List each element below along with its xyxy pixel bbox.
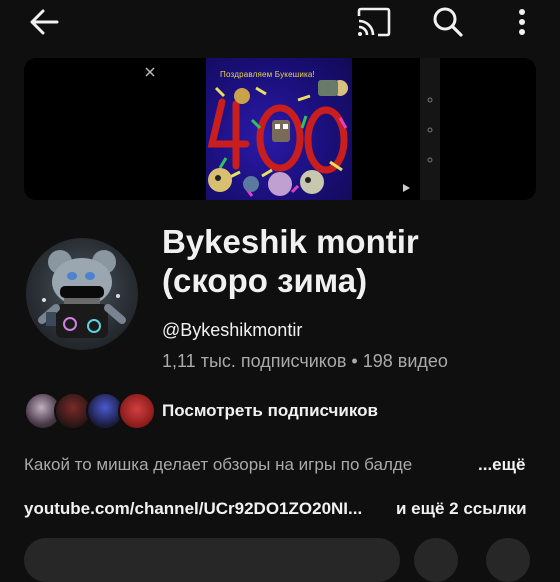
channel-stats: 1,11 тыс. подписчиков • 198 видео bbox=[162, 351, 448, 371]
subscribe-button[interactable] bbox=[24, 538, 400, 582]
more-options-button[interactable] bbox=[506, 4, 538, 40]
edit-button[interactable] bbox=[486, 538, 530, 582]
search-icon bbox=[433, 7, 463, 37]
close-icon bbox=[145, 67, 155, 77]
description-more-link[interactable]: ...ещё bbox=[478, 455, 525, 475]
banner-side-dots bbox=[427, 97, 433, 163]
channel-name: Bykeshik montir (скоро зима) bbox=[162, 222, 542, 300]
view-subscribers-row[interactable]: Посмотреть подписчиков bbox=[24, 392, 544, 432]
channel-name-line-2: (скоро зима) bbox=[162, 262, 368, 299]
channel-description[interactable]: Какой то мишка делает обзоры на игры по … bbox=[24, 455, 464, 475]
banner-side-strip bbox=[420, 58, 440, 200]
back-button[interactable] bbox=[24, 4, 64, 40]
cast-icon bbox=[357, 7, 391, 37]
channel-link[interactable]: youtube.com/channel/UCr92DO1ZO20NI... bbox=[24, 499, 362, 519]
banner-artwork: Поздравляем Букешика! bbox=[206, 58, 352, 200]
avatar-bear-image bbox=[38, 250, 126, 338]
channel-banner: Поздравляем Букешика! bbox=[24, 58, 536, 200]
view-subscribers-label: Посмотреть подписчиков bbox=[162, 401, 378, 420]
subscriber-avatar bbox=[118, 392, 156, 430]
more-links-button[interactable]: и ещё 2 ссылки bbox=[396, 499, 527, 519]
play-icon bbox=[403, 184, 410, 192]
search-button[interactable] bbox=[428, 4, 468, 40]
more-vert-icon bbox=[519, 9, 525, 35]
channel-name-line-1: Bykeshik montir bbox=[162, 223, 419, 260]
top-app-bar bbox=[0, 0, 560, 46]
video-button[interactable] bbox=[414, 538, 458, 582]
channel-handle: @Bykeshikmontir bbox=[162, 320, 303, 340]
channel-avatar[interactable] bbox=[26, 238, 138, 350]
banner-400-graphic bbox=[207, 80, 348, 197]
arrow-left-icon bbox=[30, 9, 59, 35]
cast-button[interactable] bbox=[354, 4, 394, 40]
